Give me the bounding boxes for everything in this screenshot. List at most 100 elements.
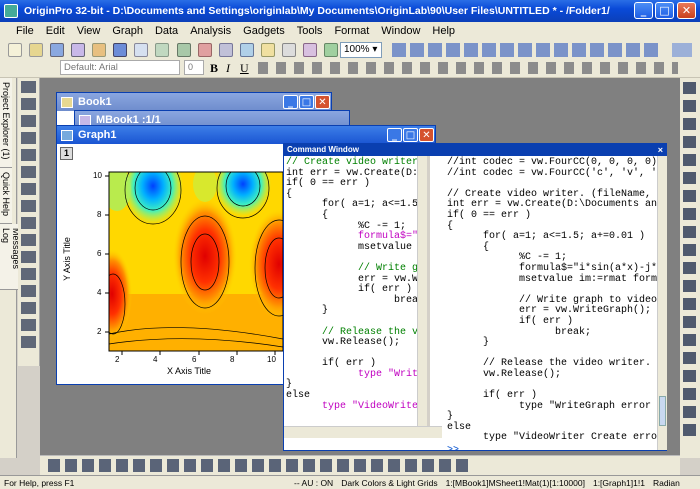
- bold-icon[interactable]: B: [210, 61, 218, 76]
- menu-graph[interactable]: Graph: [106, 25, 149, 37]
- status-active-layer: 1:[Graph1]1!1: [592, 477, 645, 488]
- command-history-text[interactable]: // Create video writer. (int err = vw.Cr…: [284, 156, 427, 414]
- status-autoupdate: -- AU : ON: [294, 477, 334, 488]
- menu-analysis[interactable]: Analysis: [184, 25, 237, 37]
- standard-toolbar: 100% ▾: [0, 40, 700, 60]
- command-line: type "WriteGraph error $(: [447, 400, 667, 412]
- zoom-select[interactable]: 100% ▾: [340, 42, 382, 58]
- plot-type-icon-strip[interactable]: [48, 459, 468, 472]
- graph1-minimize-button[interactable]: _: [387, 128, 402, 142]
- tab-project-explorer[interactable]: Project Explorer (1): [0, 78, 12, 168]
- new-project-icon[interactable]: [8, 43, 22, 57]
- history-vertical-scrollbar[interactable]: [417, 156, 427, 438]
- toolbar-icon-strip[interactable]: [392, 43, 662, 57]
- history-line: [286, 317, 425, 328]
- x-tick-label: 8: [230, 355, 235, 364]
- command-prompt[interactable]: >>: [445, 446, 667, 450]
- graph-tools-icon-strip[interactable]: [683, 82, 696, 437]
- refresh-icon[interactable]: [302, 43, 317, 57]
- command-line: }: [447, 337, 490, 349]
- open-icon[interactable]: [92, 43, 107, 57]
- tab-quick-help[interactable]: Quick Help: [0, 168, 12, 224]
- x-tick-label: 6: [192, 355, 197, 364]
- menu-view[interactable]: View: [71, 25, 107, 37]
- menu-file[interactable]: File: [10, 25, 40, 37]
- graph1-maximize-button[interactable]: □: [403, 128, 418, 142]
- graph1-title: Graph1: [78, 129, 117, 141]
- underline-icon[interactable]: U: [240, 61, 249, 76]
- command-input-text[interactable]: //int codec = vw.FourCC(0, 0, 0, 0);//in…: [445, 156, 667, 446]
- status-bar: For Help, press F1 -- AU : ON Dark Color…: [0, 475, 700, 489]
- import-ascii-icon[interactable]: [155, 43, 170, 57]
- maximize-button[interactable]: □: [655, 2, 674, 19]
- history-horizontal-scrollbar[interactable]: [284, 426, 442, 438]
- scrollbar-thumb[interactable]: [659, 396, 666, 426]
- format-toolbar: Default: Arial 0 B I U: [0, 58, 700, 78]
- y-tick-label: 6: [97, 249, 102, 258]
- open-excel-icon[interactable]: [260, 43, 275, 57]
- command-input-pane[interactable]: //int codec = vw.FourCC(0, 0, 0, 0);//in…: [445, 156, 667, 450]
- graph-toolbar-icon[interactable]: [672, 43, 692, 57]
- print-icon[interactable]: [281, 43, 296, 57]
- command-line: //int codec = vw.FourCC('c', 'v', 'i',: [447, 167, 667, 179]
- input-vertical-scrollbar[interactable]: [657, 156, 667, 450]
- history-line: }: [286, 305, 329, 317]
- y-axis-title[interactable]: Y Axis Title: [62, 237, 72, 281]
- new-graph-icon[interactable]: [50, 43, 65, 57]
- y-tick-label: 2: [97, 327, 102, 336]
- status-angle-unit: Radian: [652, 477, 680, 488]
- font-size-value: 0: [188, 62, 194, 72]
- zoom-value: 100%: [344, 44, 370, 55]
- font-value: Default: Arial: [64, 62, 118, 73]
- command-history-pane[interactable]: // Create video writer. (int err = vw.Cr…: [284, 156, 430, 438]
- book1-title-bar[interactable]: Book1 _ □ ✕: [57, 93, 331, 111]
- 2d-graphs-toolbar: [40, 455, 680, 475]
- command-line: if( 0 == err ): [447, 209, 532, 221]
- save-template-icon[interactable]: [134, 43, 149, 57]
- graph1-title-bar[interactable]: Graph1 _ □ ✕: [57, 126, 435, 144]
- command-window-close-icon[interactable]: ×: [658, 144, 663, 156]
- status-help: For Help, press F1: [4, 477, 75, 488]
- command-window[interactable]: Command Window × // Create video writer.…: [283, 143, 667, 451]
- new-workbook-icon[interactable]: [29, 43, 44, 57]
- import-wizard-icon[interactable]: [197, 43, 212, 57]
- import-excel-icon[interactable]: [239, 43, 254, 57]
- book1-maximize-button[interactable]: □: [299, 95, 314, 109]
- x-axis-title[interactable]: X Axis Title: [167, 366, 211, 376]
- menu-tools[interactable]: Tools: [291, 25, 329, 37]
- graph-icon: [61, 129, 73, 141]
- matrix-icon: [79, 114, 91, 126]
- x-tick-label: 2: [115, 355, 120, 364]
- command-line: type "VideoWriter Create error: [447, 432, 664, 444]
- menu-help[interactable]: Help: [426, 25, 461, 37]
- history-line: // Write graph: [286, 262, 427, 274]
- command-window-title: Command Window: [287, 145, 359, 154]
- history-line: // Create video writer. (: [286, 157, 427, 168]
- new-matrix-icon[interactable]: [71, 43, 86, 57]
- menu-format[interactable]: Format: [328, 25, 375, 37]
- minimize-button[interactable]: _: [634, 2, 653, 19]
- italic-icon[interactable]: I: [226, 61, 230, 76]
- recalculate-icon[interactable]: [218, 43, 233, 57]
- graph1-close-button[interactable]: ✕: [419, 128, 434, 142]
- y-tick-label: 10: [93, 171, 102, 180]
- close-button[interactable]: ✕: [677, 2, 696, 19]
- menu-data[interactable]: Data: [149, 25, 184, 37]
- book1-close-button[interactable]: ✕: [315, 95, 330, 109]
- import-multiple-icon[interactable]: [176, 43, 191, 57]
- tools-icon-strip[interactable]: [21, 81, 36, 351]
- duplicate-icon[interactable]: [323, 43, 338, 57]
- command-window-title-bar[interactable]: Command Window ×: [284, 144, 666, 156]
- font-size-select[interactable]: 0: [184, 60, 204, 75]
- menu-gadgets[interactable]: Gadgets: [237, 25, 291, 37]
- book1-minimize-button[interactable]: _: [283, 95, 298, 109]
- format-icon-strip[interactable]: [258, 62, 678, 74]
- y-tick-label: 8: [97, 210, 102, 219]
- save-icon[interactable]: [113, 43, 128, 57]
- app-title: OriginPro 32-bit - D:\Documents and Sett…: [24, 5, 610, 17]
- history-line: if( 0 == err ): [286, 178, 371, 190]
- font-select[interactable]: Default: Arial: [60, 60, 180, 75]
- command-line: if( err ): [447, 315, 574, 327]
- menu-window[interactable]: Window: [375, 25, 426, 37]
- menu-edit[interactable]: Edit: [40, 25, 71, 37]
